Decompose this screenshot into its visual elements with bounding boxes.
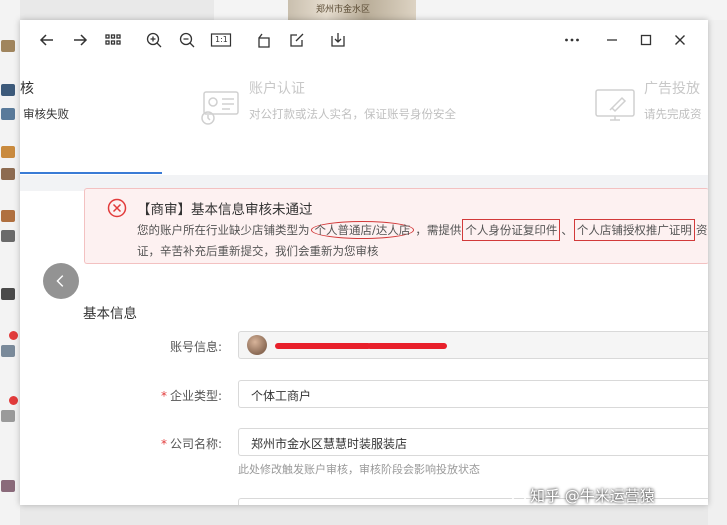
required-mark: *: [160, 437, 167, 451]
company-name-value: 郑州市金水区慧慧时装服装店: [251, 437, 408, 451]
chat-thumbnail: [1, 84, 15, 96]
alert-message-line2: 证，辛苦补充后重新提交，我们会重新为您审核: [137, 244, 379, 258]
step-title-account-verify: 账户认证: [249, 81, 305, 97]
section-title-basic-info: 基本信息: [83, 306, 137, 322]
grid-icon[interactable]: [101, 28, 125, 52]
company-type-label-text: 企业类型:: [169, 389, 222, 403]
actual-size-icon[interactable]: 1:1: [208, 28, 234, 52]
company-type-value: 个体工商户: [251, 389, 312, 403]
error-circle-icon: [107, 198, 127, 218]
avatar: [247, 335, 267, 355]
alert-message-line1: 您的账户所在行业缺少店铺类型为 个人普通店/达人店 ，需提供 个人身份证复印件、个人店…: [137, 219, 708, 241]
id-copy-highlight: 个人身份证复印件: [462, 219, 561, 241]
unread-dot: [9, 331, 18, 340]
viewer-toolbar: 1:1: [20, 20, 708, 60]
back-arrow-icon[interactable]: [35, 28, 59, 52]
active-step-indicator: [20, 172, 162, 174]
company-name-input[interactable]: 郑州市金水区慧慧时装服装店: [238, 428, 708, 456]
chat-thumbnail: [1, 480, 15, 492]
step-title-ad-delivery: 广告投放: [644, 81, 700, 97]
chat-thumbnail: [1, 230, 15, 242]
zoom-out-icon[interactable]: [175, 28, 199, 52]
watermark: 知乎 @牛米运营猿: [530, 487, 655, 505]
background-right-strip: [708, 20, 727, 525]
chevron-left-icon: [56, 275, 64, 287]
actual-size-label: 1:1: [215, 35, 228, 44]
store-type-highlight: 个人普通店/达人店: [310, 221, 415, 239]
company-name-label-text: 公司名称:: [169, 437, 222, 451]
required-mark: *: [160, 389, 167, 403]
progress-steps: 核 审核失败 账户认证 对公打款或法人实名，保证账号身份安全 广告投放 请先完成…: [20, 60, 708, 175]
id-card-icon: [201, 91, 239, 125]
redaction-mark: [367, 343, 447, 349]
chat-thumbnail: [1, 146, 15, 158]
background-chat-list: [0, 0, 20, 525]
account-info-label: 账号信息:: [169, 340, 222, 354]
watermark-logo-icon: [511, 487, 527, 503]
zoom-in-icon[interactable]: [142, 28, 166, 52]
alert-text: 您的账户所在行业缺少店铺类型为: [137, 223, 310, 237]
redaction-mark: [275, 343, 371, 349]
download-icon[interactable]: [326, 28, 350, 52]
company-name-hint: 此处修改触发账户审核，审核阶段会影响投放状态: [238, 463, 480, 476]
authorization-proof-highlight: 个人店铺授权推广证明: [573, 219, 695, 241]
maximize-icon[interactable]: [634, 28, 658, 52]
chat-thumbnail: [1, 40, 15, 52]
alert-text: 、: [561, 223, 573, 237]
step-desc-ad-delivery: 请先完成资: [644, 107, 702, 121]
company-name-label: * 公司名称:: [140, 435, 222, 452]
company-type-label: * 企业类型:: [140, 387, 222, 404]
chat-thumbnail: [1, 410, 15, 422]
step-title-review: 核: [20, 81, 34, 97]
step-desc-review: 审核失败: [23, 107, 69, 121]
chat-thumbnail: [1, 210, 15, 222]
forward-arrow-icon[interactable]: [68, 28, 92, 52]
chat-thumbnail: [1, 345, 15, 357]
close-icon[interactable]: [668, 28, 692, 52]
unread-dot: [9, 396, 18, 405]
image-viewer-window: 1:1 核 审核失败 账户认证 对公打款或法人实名，保证账号身份安全 广告投放 …: [20, 20, 708, 505]
rotate-icon[interactable]: [252, 28, 276, 52]
step-desc-account-verify: 对公打款或法人实名，保证账号身份安全: [249, 107, 456, 121]
more-icon[interactable]: [560, 28, 584, 52]
chat-thumbnail: [1, 168, 15, 180]
alert-text: 资: [695, 223, 708, 237]
company-type-input[interactable]: 个体工商户: [238, 380, 708, 408]
rocket-screen-icon: [595, 89, 635, 121]
account-info-field: [238, 331, 708, 359]
alert-text: ，需提供: [415, 223, 462, 237]
edit-icon[interactable]: [285, 28, 309, 52]
review-failed-alert: 【商审】基本信息审核未通过 您的账户所在行业缺少店铺类型为 个人普通店/达人店 ，需…: [84, 188, 708, 264]
background-photo-text: 郑州市金水区: [316, 5, 371, 15]
chat-thumbnail: [1, 288, 15, 300]
minimize-icon[interactable]: [600, 28, 624, 52]
alert-title: 【商审】基本信息审核未通过: [137, 202, 313, 218]
chat-thumbnail: [1, 108, 15, 120]
previous-image-button[interactable]: [43, 263, 79, 299]
